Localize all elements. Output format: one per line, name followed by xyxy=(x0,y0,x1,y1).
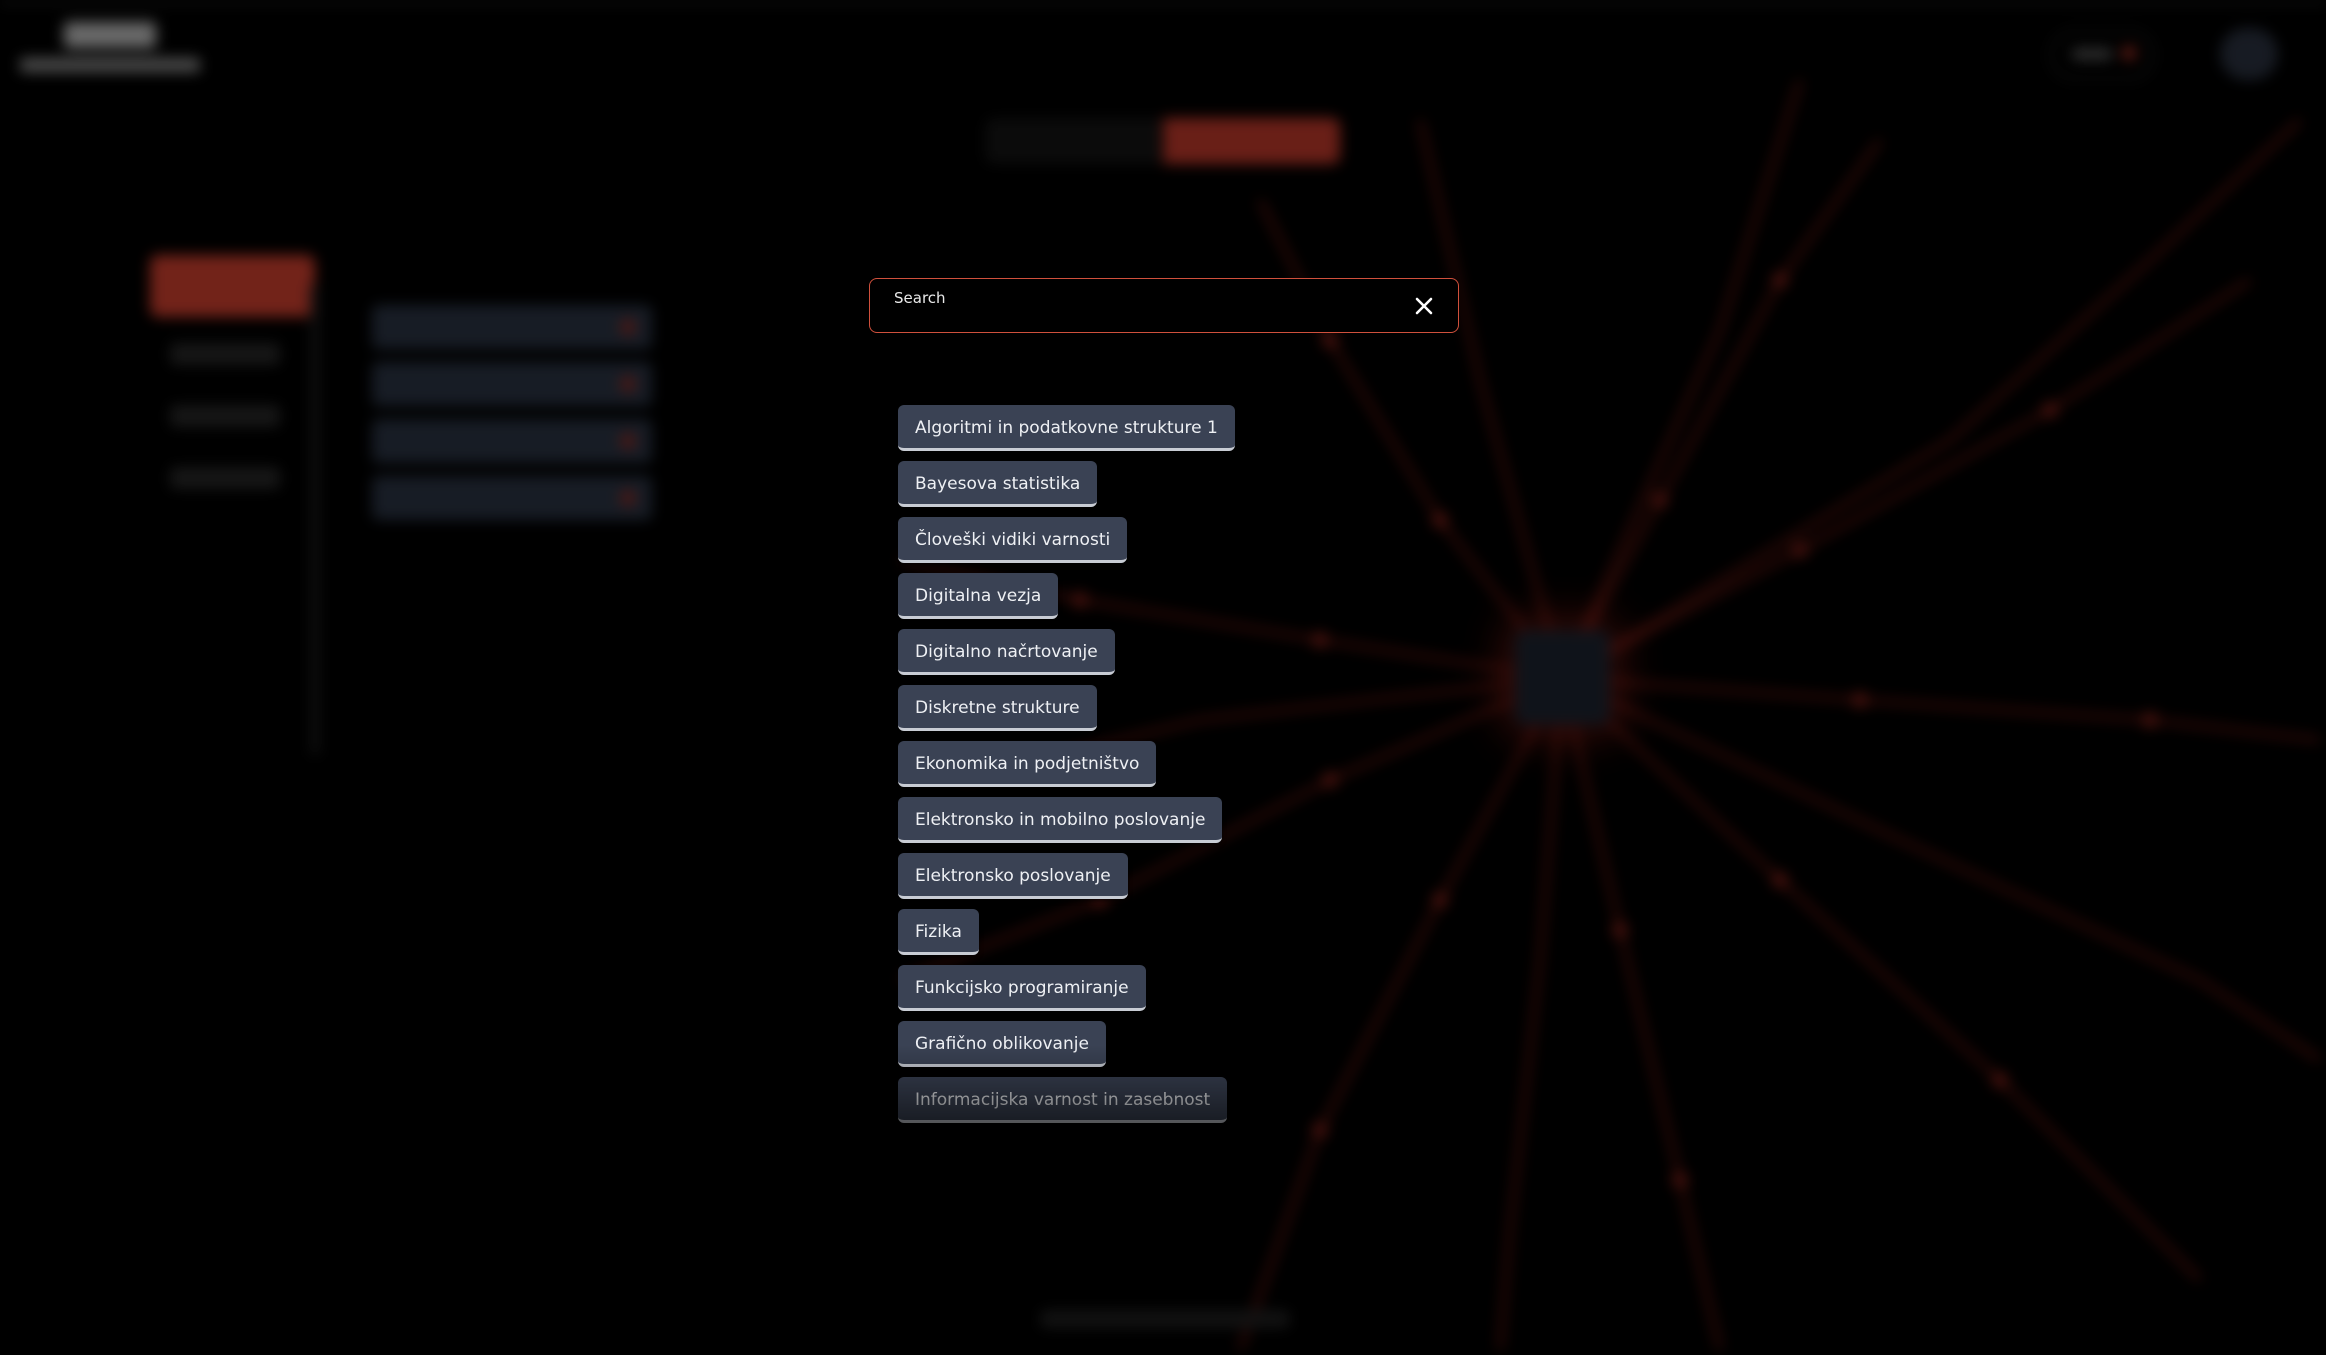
search-results-list[interactable]: Algoritmi in podatkovne strukture 1 Baye… xyxy=(898,405,1318,1150)
subject-button[interactable]: Elektronsko poslovanje xyxy=(898,853,1128,899)
card-mark-icon xyxy=(620,490,636,506)
avatar xyxy=(2220,28,2278,80)
graph-center-node xyxy=(1515,630,1610,725)
subject-button[interactable]: Digitalna vezja xyxy=(898,573,1059,619)
subject-button[interactable]: Digitalno načrtovanje xyxy=(898,629,1115,675)
subject-button[interactable]: Elektronsko in mobilno poslovanje xyxy=(898,797,1223,843)
list-card xyxy=(372,362,652,406)
login-dot-icon xyxy=(2122,46,2136,60)
card-mark-icon xyxy=(620,376,636,392)
list-card xyxy=(372,419,652,463)
sidebar-item-active xyxy=(150,255,315,317)
list-card xyxy=(372,476,652,520)
login-button xyxy=(2050,30,2154,80)
subject-button[interactable]: Grafično oblikovanje xyxy=(898,1021,1106,1067)
subject-button[interactable]: Algoritmi in podatkovne strukture 1 xyxy=(898,405,1235,451)
list-card xyxy=(372,305,652,349)
logo-mark xyxy=(64,22,156,48)
top-border xyxy=(0,0,2326,4)
subject-button[interactable]: Informacijska varnost in zasebnost xyxy=(898,1077,1228,1123)
card-mark-icon xyxy=(620,319,636,335)
app-page: Search Algoritmi in podatkovne strukture… xyxy=(0,0,2326,1355)
subject-button[interactable]: Fizika xyxy=(898,909,979,955)
logo xyxy=(20,22,200,82)
subject-button[interactable]: Človeški vidiki varnosti xyxy=(898,517,1128,563)
subject-button[interactable]: Bayesova statistika xyxy=(898,461,1098,507)
card-mark-icon xyxy=(620,433,636,449)
subject-button[interactable]: Funkcijsko programiranje xyxy=(898,965,1146,1011)
login-label-placeholder xyxy=(2072,49,2112,59)
sidebar-scrollbar xyxy=(310,285,320,755)
subject-button[interactable]: Diskretne strukture xyxy=(898,685,1097,731)
sidebar-item xyxy=(170,405,280,427)
sidebar-item xyxy=(170,343,280,365)
sidebar-item xyxy=(170,467,280,489)
search-input[interactable] xyxy=(892,305,1366,329)
close-icon[interactable] xyxy=(1411,293,1437,319)
subject-button[interactable]: Ekonomika in podjetništvo xyxy=(898,741,1157,787)
footer xyxy=(1040,1310,1290,1328)
logo-subtitle xyxy=(20,58,200,72)
search-box[interactable]: Search xyxy=(869,278,1459,333)
